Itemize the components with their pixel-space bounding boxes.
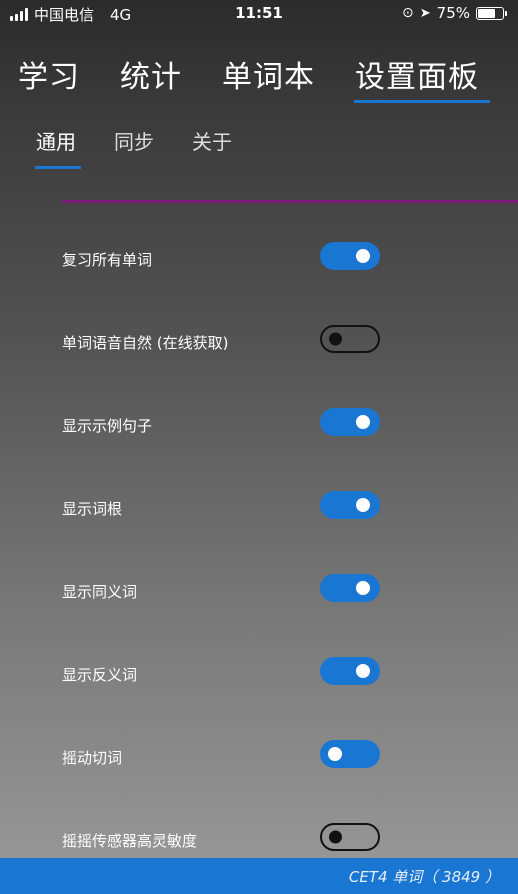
sub-tab-indicator bbox=[35, 166, 81, 169]
setting-natural-voice: 单词语音自然 (在线获取) bbox=[0, 325, 518, 373]
toggle-switch[interactable] bbox=[320, 408, 380, 436]
setting-label: 显示词根 bbox=[62, 500, 123, 518]
status-right: ⊙ ➤ 75% bbox=[402, 4, 507, 22]
setting-shake-sensitivity: 摇摇传感器高灵敏度 bbox=[0, 823, 518, 858]
battery-percent: 75% bbox=[436, 4, 470, 22]
subtab-about[interactable]: 关于 bbox=[192, 126, 232, 155]
setting-label: 摇动切词 bbox=[62, 749, 123, 767]
tab-study[interactable]: 学习 bbox=[18, 52, 80, 96]
location-icon: ➤ bbox=[419, 5, 431, 21]
toggle-switch[interactable] bbox=[320, 325, 380, 353]
toggle-switch[interactable] bbox=[320, 657, 380, 685]
setting-show-antonyms: 显示反义词 bbox=[0, 657, 518, 705]
setting-show-synonyms: 显示同义词 bbox=[0, 574, 518, 622]
toggle-switch[interactable] bbox=[320, 491, 380, 519]
setting-label: 显示反义词 bbox=[62, 666, 138, 684]
setting-show-root: 显示词根 bbox=[0, 491, 518, 539]
setting-label: 摇摇传感器高灵敏度 bbox=[62, 832, 198, 850]
toggle-knob bbox=[356, 664, 370, 678]
setting-label: 显示示例句子 bbox=[62, 417, 153, 435]
toggle-knob bbox=[356, 249, 370, 263]
toggle-switch[interactable] bbox=[320, 574, 380, 602]
setting-label: 显示同义词 bbox=[62, 583, 138, 601]
toggle-knob bbox=[328, 747, 342, 761]
setting-review-all: 复习所有单词 bbox=[0, 242, 518, 290]
toggle-switch[interactable] bbox=[320, 242, 380, 270]
toggle-switch[interactable] bbox=[320, 740, 380, 768]
tab-wordbook[interactable]: 单词本 bbox=[222, 52, 315, 96]
toggle-knob bbox=[356, 581, 370, 595]
wordbook-count-label: CET4 单词（ 3849 ） bbox=[348, 868, 500, 886]
subtab-general[interactable]: 通用 bbox=[36, 126, 76, 155]
setting-show-examples: 显示示例句子 bbox=[0, 408, 518, 456]
app-screen: 中国电信 4G 11:51 ⊙ ➤ 75% 学习 统计 单词本 设置面板 通用 … bbox=[0, 0, 518, 858]
toggle-switch[interactable] bbox=[320, 823, 380, 851]
status-bar: 中国电信 4G 11:51 ⊙ ➤ 75% bbox=[0, 0, 518, 28]
setting-shake-switch: 摇动切词 bbox=[0, 740, 518, 788]
tab-settings-panel[interactable]: 设置面板 bbox=[355, 52, 479, 96]
toggle-knob bbox=[356, 415, 370, 429]
tab-statistics[interactable]: 统计 bbox=[120, 52, 182, 96]
toggle-knob bbox=[329, 332, 342, 346]
toggle-knob bbox=[329, 830, 342, 844]
setting-label: 单词语音自然 (在线获取) bbox=[62, 334, 229, 352]
toggle-knob bbox=[356, 498, 370, 512]
orientation-lock-icon: ⊙ bbox=[402, 5, 414, 21]
setting-label: 复习所有单词 bbox=[62, 251, 153, 269]
battery-icon bbox=[476, 6, 507, 20]
section-divider bbox=[62, 200, 518, 203]
subtab-sync[interactable]: 同步 bbox=[114, 126, 154, 155]
bottom-bar[interactable]: CET4 单词（ 3849 ） bbox=[0, 858, 518, 894]
main-tab-indicator bbox=[354, 100, 490, 103]
